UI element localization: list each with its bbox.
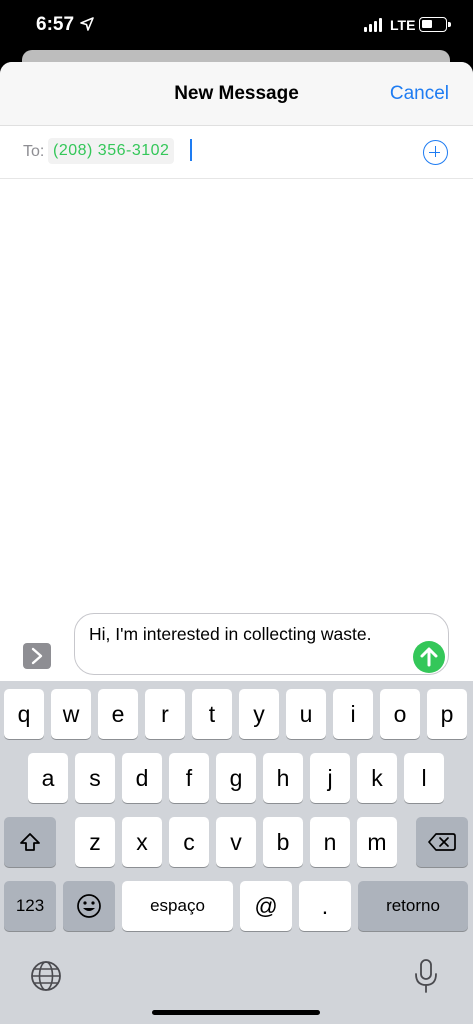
key-a[interactable]: a: [28, 753, 68, 803]
microphone-icon: [415, 959, 437, 993]
shift-key[interactable]: [4, 817, 56, 867]
key-s[interactable]: s: [75, 753, 115, 803]
signal-icon: [364, 18, 382, 32]
key-z[interactable]: z: [75, 817, 115, 867]
send-button[interactable]: [413, 641, 445, 673]
location-arrow-icon: [80, 17, 94, 31]
key-u[interactable]: u: [286, 689, 326, 739]
key-x[interactable]: x: [122, 817, 162, 867]
key-h[interactable]: h: [263, 753, 303, 803]
arrow-up-icon: [420, 647, 438, 667]
shift-icon: [20, 833, 40, 851]
at-key[interactable]: @: [240, 881, 292, 931]
dictation-button[interactable]: [412, 958, 440, 994]
key-f[interactable]: f: [169, 753, 209, 803]
message-input[interactable]: Hi, I'm interested in collecting waste.: [74, 613, 449, 675]
dot-key[interactable]: .: [299, 881, 351, 931]
space-key[interactable]: espaço: [122, 881, 233, 931]
add-contact-button[interactable]: [423, 140, 448, 165]
key-p[interactable]: p: [427, 689, 467, 739]
backspace-icon: [428, 833, 456, 851]
to-field[interactable]: To: (208) 356-3102: [0, 126, 473, 179]
apps-button[interactable]: [23, 643, 51, 669]
key-y[interactable]: y: [239, 689, 279, 739]
message-text: Hi, I'm interested in collecting waste.: [89, 624, 372, 644]
delete-key[interactable]: [416, 817, 468, 867]
chevron-right-icon: [31, 647, 43, 665]
key-e[interactable]: e: [98, 689, 138, 739]
status-time: 6:57: [36, 14, 75, 35]
key-r[interactable]: r: [145, 689, 185, 739]
key-d[interactable]: d: [122, 753, 162, 803]
key-w[interactable]: w: [51, 689, 91, 739]
network-label: LTE: [390, 17, 416, 33]
globe-button[interactable]: [30, 960, 62, 992]
nav-bar: New Message Cancel: [0, 62, 473, 126]
home-indicator[interactable]: [152, 1010, 320, 1015]
return-key[interactable]: retorno: [358, 881, 468, 931]
to-label: To:: [23, 143, 45, 160]
key-k[interactable]: k: [357, 753, 397, 803]
key-o[interactable]: o: [380, 689, 420, 739]
key-j[interactable]: j: [310, 753, 350, 803]
recipient-chip[interactable]: (208) 356-3102: [48, 138, 175, 164]
key-m[interactable]: m: [357, 817, 397, 867]
emoji-key[interactable]: [63, 881, 115, 931]
status-bar: 6:57 LTE: [0, 0, 473, 50]
key-l[interactable]: l: [404, 753, 444, 803]
key-g[interactable]: g: [216, 753, 256, 803]
key-t[interactable]: t: [192, 689, 232, 739]
key-b[interactable]: b: [263, 817, 303, 867]
text-cursor: [190, 139, 192, 161]
key-q[interactable]: q: [4, 689, 44, 739]
battery-icon: [419, 17, 451, 32]
key-v[interactable]: v: [216, 817, 256, 867]
cancel-button[interactable]: Cancel: [390, 83, 449, 105]
key-i[interactable]: i: [333, 689, 373, 739]
emoji-icon: [77, 894, 101, 918]
key-c[interactable]: c: [169, 817, 209, 867]
keyboard: q w e r t y u i o p a s d f g h j k l z …: [0, 681, 473, 1024]
globe-icon: [31, 961, 61, 991]
key-n[interactable]: n: [310, 817, 350, 867]
numbers-key[interactable]: 123: [4, 881, 56, 931]
